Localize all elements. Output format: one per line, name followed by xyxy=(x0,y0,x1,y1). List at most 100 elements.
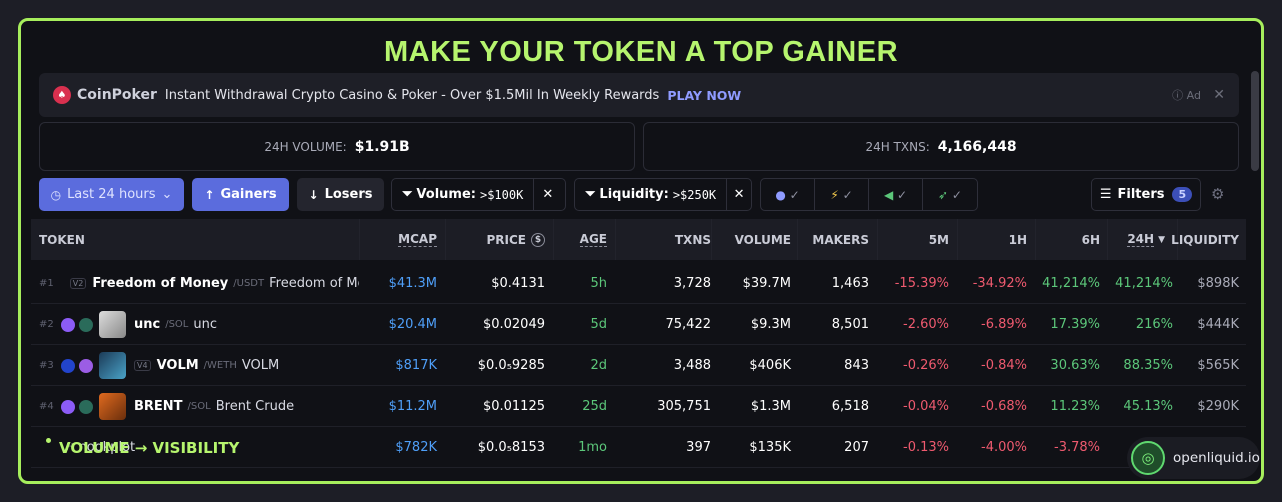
price-value: $0.4131 xyxy=(491,276,545,291)
change-6h-value: 17.39% xyxy=(1050,317,1100,332)
losers-button[interactable]: ↓ Losers xyxy=(297,178,384,211)
gear-icon[interactable]: ⚙ xyxy=(1211,185,1224,203)
quote-token: /SOL xyxy=(165,319,189,330)
table-row[interactable]: #3 V4 VOLM /WETH VOLM $817K $0.0₅9285 2d… xyxy=(31,345,1246,386)
token-symbol: VOLM xyxy=(156,358,199,373)
col-1h[interactable]: 1H xyxy=(959,219,1027,260)
ads-check-toggle[interactable]: ◀ ✓ xyxy=(869,179,923,210)
ad-label-text: Ad xyxy=(1186,89,1201,102)
sliders-icon: ☰ xyxy=(1099,187,1112,202)
stat-volume-label: 24H VOLUME: xyxy=(264,139,347,154)
coinpoker-logo-icon: ♠ xyxy=(53,86,71,104)
age-value: 1mo xyxy=(578,440,607,455)
timeframe-label: Last 24 hours xyxy=(67,187,156,202)
col-liquidity[interactable]: LIQUIDITY xyxy=(1171,219,1239,260)
volume-value: $1.3M xyxy=(750,399,791,414)
mcap-value: $20.4M xyxy=(388,317,437,332)
boost-check-toggle[interactable]: ⚡ ✓ xyxy=(815,179,869,210)
makers-value: 843 xyxy=(844,358,869,373)
change-6h-value: 30.63% xyxy=(1050,358,1100,373)
token-cell[interactable]: #4 BRENT /SOL Brent Crude xyxy=(39,386,359,427)
stat-txns-label: 24H TXNS: xyxy=(865,139,930,154)
col-6h[interactable]: 6H xyxy=(1037,219,1100,260)
token-avatar xyxy=(99,393,126,420)
currency-toggle-icon[interactable]: $ xyxy=(531,232,545,247)
liquidity-value: $898K xyxy=(1197,276,1239,291)
dot-icon xyxy=(46,437,51,443)
col-age-label[interactable]: AGE xyxy=(579,232,607,247)
col-5m[interactable]: 5M xyxy=(879,219,949,260)
pool-version-badge: V2 xyxy=(69,278,87,289)
filters-label: Filters xyxy=(1117,187,1165,202)
age-value: 5h xyxy=(590,276,607,291)
volume-filter-label: Volume: xyxy=(416,187,476,202)
table-row[interactable]: #2 unc /SOL unc $20.4M $0.02049 5d 75,42… xyxy=(31,304,1246,345)
ad-cta-link[interactable]: PLAY NOW xyxy=(667,88,741,103)
openliquid-logo-icon: ◎ xyxy=(1131,441,1165,475)
token-symbol: unc xyxy=(134,317,161,332)
col-mcap-label[interactable]: MCAP xyxy=(398,232,437,247)
change-24h-value: 88.35% xyxy=(1123,358,1173,373)
volume-visibility-overlay: VOLUME → VISIBILITY xyxy=(46,437,240,457)
liquidity-filter[interactable]: ⏷ Liquidity: >$250K ✕ xyxy=(574,178,752,211)
token-cell[interactable]: #2 unc /SOL unc xyxy=(39,304,359,345)
col-txns[interactable]: TXNS xyxy=(617,219,711,260)
token-avatar xyxy=(99,352,126,379)
col-makers[interactable]: MAKERS xyxy=(799,219,869,260)
gainers-button[interactable]: ↑ Gainers xyxy=(192,178,289,211)
token-name: Brent Crude xyxy=(215,399,295,414)
profile-check-toggle[interactable]: ● ✓ xyxy=(761,179,815,210)
table-row[interactable]: #1 V2 Freedom of Money /USDT Freedom of … xyxy=(31,263,1246,304)
liquidity-filter-clear-icon[interactable]: ✕ xyxy=(726,179,751,210)
makers-value: 1,463 xyxy=(831,276,869,291)
change-1h-value: -0.68% xyxy=(981,399,1027,414)
change-24h-value: 41,214% xyxy=(1115,276,1173,291)
token-symbol: BRENT xyxy=(134,399,183,414)
clock-icon: ◷ xyxy=(50,187,62,202)
chevron-down-icon: ⌄ xyxy=(161,187,173,202)
change-5m-value: -0.26% xyxy=(903,358,949,373)
ad-text: Instant Withdrawal Crypto Casino & Poker… xyxy=(164,87,660,103)
token-name: unc xyxy=(193,317,218,332)
volume-filter-clear-icon[interactable]: ✕ xyxy=(533,179,561,210)
arrow-up-icon: ↑ xyxy=(204,187,215,202)
price-value: $0.0₅8153 xyxy=(477,440,545,455)
stat-24h-txns: 24H TXNS: 4,166,448 xyxy=(643,122,1239,171)
promo-frame: MAKE YOUR TOKEN A TOP GAINER ♠ CoinPoker… xyxy=(18,18,1264,484)
col-volume[interactable]: VOLUME xyxy=(713,219,791,260)
change-1h-value: -0.84% xyxy=(981,358,1027,373)
losers-label: Losers xyxy=(324,187,373,202)
change-6h-value: -3.78% xyxy=(1054,440,1100,455)
filters-count-badge: 5 xyxy=(1172,187,1193,202)
txns-value: 3,728 xyxy=(673,276,711,291)
col-price[interactable]: PRICE $ xyxy=(447,219,545,260)
dex-icon xyxy=(79,317,93,332)
dex-icon xyxy=(79,399,93,414)
change-5m-value: -0.04% xyxy=(903,399,949,414)
launch-check-toggle[interactable]: ➶ ✓ xyxy=(923,179,977,210)
token-cell[interactable]: #1 V2 Freedom of Money /USDT Freedom of … xyxy=(39,263,359,304)
txns-value: 75,422 xyxy=(665,317,712,332)
ad-close-icon[interactable]: ✕ xyxy=(1213,87,1225,103)
makers-value: 207 xyxy=(844,440,869,455)
filters-button[interactable]: ☰ Filters 5 xyxy=(1091,178,1201,211)
col-token[interactable]: TOKEN xyxy=(39,219,85,260)
token-name: VOLM xyxy=(241,358,280,373)
change-6h-value: 11.23% xyxy=(1050,399,1100,414)
token-cell[interactable]: #3 V4 VOLM /WETH VOLM xyxy=(39,345,359,386)
chain-icon xyxy=(61,358,75,373)
change-24h-value: 216% xyxy=(1135,317,1173,332)
col-24h[interactable]: 24H ▼ xyxy=(1109,219,1165,260)
rank: #4 xyxy=(39,401,54,412)
volume-filter[interactable]: ⏷ Volume: >$100K ✕ xyxy=(391,178,566,211)
col-mcap: MCAP xyxy=(361,219,437,260)
col-age: AGE xyxy=(555,219,607,260)
price-value: $0.0₅9285 xyxy=(477,358,545,373)
scrollbar[interactable] xyxy=(1251,71,1259,171)
stat-volume-value: $1.91B xyxy=(354,138,410,155)
ad-banner[interactable]: ♠ CoinPoker Instant Withdrawal Crypto Ca… xyxy=(39,73,1239,117)
volume-value: $9.3M xyxy=(750,317,791,332)
volume-visibility-text: VOLUME → VISIBILITY xyxy=(59,439,240,457)
timeframe-dropdown[interactable]: ◷ Last 24 hours ⌄ xyxy=(39,178,184,211)
table-row[interactable]: #4 BRENT /SOL Brent Crude $11.2M $0.0112… xyxy=(31,386,1246,427)
